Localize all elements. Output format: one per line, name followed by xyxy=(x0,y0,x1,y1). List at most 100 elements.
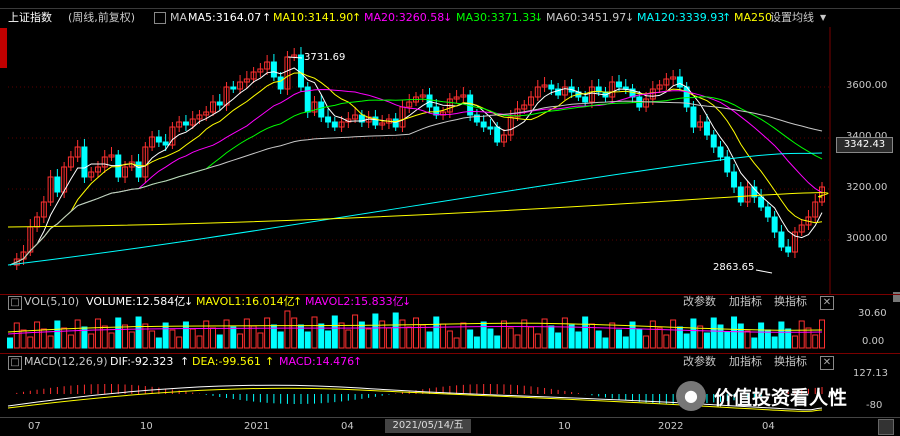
top-strip xyxy=(0,0,900,9)
ma60-arrow: ↓ xyxy=(625,11,635,24)
volume-bar xyxy=(352,314,359,349)
macd-add-indicator-button[interactable]: 加指标 xyxy=(729,354,762,370)
ma120-arrow: ↑ xyxy=(722,11,732,24)
index-title: 上证指数 xyxy=(8,11,52,24)
ma30-arrow: ↓ xyxy=(534,11,544,24)
candle xyxy=(548,84,555,90)
close-icon[interactable]: ✕ xyxy=(820,356,834,370)
price-tick-3600: 3600.00 xyxy=(846,80,888,91)
chevron-down-icon[interactable]: ▼ xyxy=(820,9,826,27)
volume-bar xyxy=(663,334,670,349)
volume-bar xyxy=(656,327,663,349)
close-icon[interactable]: ✕ xyxy=(820,296,834,310)
volume-bar xyxy=(446,330,453,349)
candle xyxy=(778,231,785,248)
volume-value: VOLUME:12.584亿 xyxy=(86,295,186,308)
volume-bar xyxy=(758,322,765,349)
x-tick-04: 04 xyxy=(341,421,354,432)
x-tick-07: 07 xyxy=(28,421,41,432)
candle xyxy=(135,161,142,178)
dif-arrow: ↑ xyxy=(180,355,190,368)
volume-bar xyxy=(710,317,717,349)
mavol2-value: MAVOL2:15.833亿 xyxy=(305,295,404,308)
volume-arrow: ↓ xyxy=(184,295,194,308)
candle xyxy=(392,118,399,128)
scroll-right-button[interactable] xyxy=(878,419,894,435)
volume-bar xyxy=(406,326,413,349)
mavol2-arrow: ↓ xyxy=(402,295,412,308)
checkbox-icon[interactable] xyxy=(154,12,166,24)
volume-bar xyxy=(345,329,352,349)
volume-bar xyxy=(210,327,216,349)
volume-bar xyxy=(169,329,176,349)
volume-bar xyxy=(500,320,507,349)
selected-date-badge: 2021/05/14/五 xyxy=(385,419,471,433)
volume-bar xyxy=(250,325,257,349)
volume-bar xyxy=(744,330,751,349)
volume-bar xyxy=(311,316,318,349)
dea-arrow: ↑ xyxy=(265,355,275,368)
candle xyxy=(277,76,284,90)
volume-bar xyxy=(616,329,622,349)
volume-bar xyxy=(419,324,426,349)
volume-bar xyxy=(203,320,210,349)
chart-subtitle: (周线,前复权) xyxy=(68,11,136,24)
volume-bar xyxy=(399,319,406,349)
volume-bar xyxy=(426,331,433,349)
volume-bar xyxy=(142,323,149,349)
volume-bar xyxy=(819,319,825,349)
candle xyxy=(582,96,589,103)
ma20-value: MA20:3260.58 xyxy=(364,11,445,24)
vol-toggle-icon[interactable]: □ xyxy=(8,296,22,310)
macd-toggle-icon[interactable]: □ xyxy=(8,356,22,370)
volume-bar xyxy=(155,337,162,349)
candle xyxy=(318,101,325,118)
mavol1-value: MAVOL1:16.014亿 xyxy=(196,295,295,308)
low-price-label: 2863.65 xyxy=(713,262,755,273)
candle xyxy=(216,101,223,106)
macd-value: MACD:14.476 xyxy=(279,355,355,368)
vol-add-indicator-button[interactable]: 加指标 xyxy=(729,294,762,310)
ma120-line xyxy=(7,152,823,266)
ma10-value: MA10:3141.90 xyxy=(273,11,354,24)
vol-tick-zero: 0.00 xyxy=(862,336,885,347)
x-tick-10b: 10 xyxy=(558,421,571,432)
volume-bar xyxy=(561,317,568,349)
macd-title: MACD(12,26,9) xyxy=(24,355,108,368)
candle xyxy=(270,61,277,78)
current-price-badge: 3342.43 xyxy=(836,137,893,153)
volume-bar xyxy=(27,336,34,349)
volume-bar xyxy=(602,337,609,349)
volume-bar xyxy=(798,320,805,349)
candle xyxy=(717,146,724,158)
main-chart[interactable] xyxy=(0,27,900,295)
ma-label: MA xyxy=(170,11,188,24)
candle xyxy=(155,136,162,143)
candle xyxy=(771,216,778,233)
macd-switch-indicator-button[interactable]: 换指标 xyxy=(774,354,807,370)
candle xyxy=(426,94,433,108)
volume-bar xyxy=(257,332,264,349)
vol-tick-top: 30.60 xyxy=(858,308,887,319)
ma-info-bar: 上证指数 (周线,前复权) MA MA5:3164.07 ↑ MA10:3141… xyxy=(0,9,900,27)
volume-bar xyxy=(487,328,494,349)
ma250-value: MA250 xyxy=(734,11,773,24)
watermark-text: 价值投资看人性 xyxy=(714,386,848,409)
volume-bar xyxy=(636,328,643,349)
ma5-arrow: ↑ xyxy=(262,11,272,24)
volume-bar xyxy=(494,335,501,349)
volume-bar xyxy=(108,332,115,349)
volume-bar xyxy=(453,337,460,349)
vol-edit-params-button[interactable]: 改参数 xyxy=(683,294,716,310)
ma120-value: MA120:3339.93 xyxy=(637,11,725,24)
dea-value: DEA:-99.561 xyxy=(192,355,261,368)
volume-bar xyxy=(176,336,183,349)
volume-bar xyxy=(223,319,230,349)
macd-edit-params-button[interactable]: 改参数 xyxy=(683,354,716,370)
vol-title: VOL(5,10) xyxy=(24,295,80,308)
settings-ma-button[interactable]: 设置均线 xyxy=(770,9,814,27)
candle xyxy=(703,121,710,136)
vol-switch-indicator-button[interactable]: 换指标 xyxy=(774,294,807,310)
volume-bar xyxy=(643,335,650,349)
macd-tick-bottom: -80 xyxy=(866,400,883,411)
